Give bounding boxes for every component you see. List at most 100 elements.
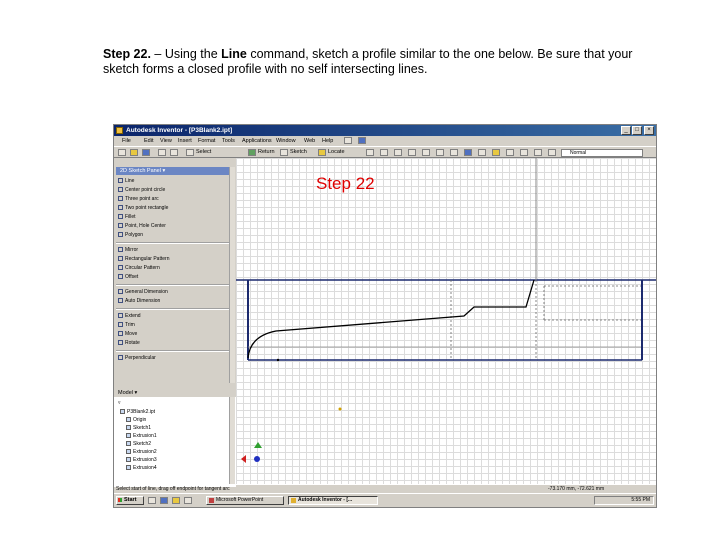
style-combo[interactable]: Normal — [561, 149, 643, 157]
sketch-panel-scrollbar[interactable] — [229, 167, 235, 383]
tool-polygon[interactable]: Polygon — [118, 231, 143, 239]
tool-circular-pattern[interactable]: Circular Pattern — [118, 264, 160, 272]
auto-dimension-icon — [118, 298, 123, 304]
menu-tools[interactable]: Tools — [222, 136, 235, 146]
sketch-icon[interactable] — [280, 149, 288, 156]
tool-general-dimension[interactable]: General Dimension — [118, 288, 168, 296]
tool-line[interactable]: Line — [118, 177, 134, 185]
browser-item-sketch1[interactable]: Sketch1 — [126, 424, 151, 432]
return-icon[interactable] — [248, 149, 256, 156]
display-mode-icon[interactable] — [464, 149, 472, 156]
zoom-all-icon[interactable] — [366, 149, 374, 156]
help-icon[interactable] — [344, 137, 352, 144]
coordinate-triad-y — [254, 442, 262, 448]
quick-launch-icon[interactable] — [160, 497, 168, 504]
taskbar-inventor[interactable]: Autodesk Inventor - [... — [288, 496, 378, 505]
close-button[interactable]: × — [644, 126, 654, 135]
tool-trim[interactable]: Trim — [118, 321, 135, 329]
menu-insert[interactable]: Insert — [178, 136, 192, 146]
tool-extend[interactable]: Extend — [118, 312, 141, 320]
rectangle-icon — [118, 205, 123, 211]
zoom-icon[interactable] — [394, 149, 402, 156]
projection-icon[interactable] — [520, 149, 528, 156]
instruction-dash: – Using the — [154, 47, 218, 61]
rotate-tool-icon — [118, 340, 123, 346]
tool-rotate[interactable]: Rotate — [118, 339, 140, 347]
tool-center-point-circle[interactable]: Center point circle — [118, 186, 165, 194]
quick-launch-icon[interactable] — [148, 497, 156, 504]
rotate-icon[interactable] — [436, 149, 444, 156]
panel-divider — [116, 284, 232, 286]
color-style-icon[interactable] — [492, 149, 500, 156]
menu-help[interactable]: Help — [322, 136, 333, 146]
browser-item-extrusion1[interactable]: Extrusion1 — [126, 432, 157, 440]
tool-point-hole-center[interactable]: Point, Hole Center — [118, 222, 166, 230]
tool-extend-label: Extend — [125, 313, 141, 319]
return-button[interactable]: Return — [258, 148, 275, 157]
tool-two-point-rectangle[interactable]: Two point rectangle — [118, 204, 168, 212]
panel-divider — [116, 308, 232, 310]
inventor-help-icon[interactable] — [358, 137, 366, 144]
look-at-icon[interactable] — [450, 149, 458, 156]
save-icon[interactable] — [142, 149, 150, 156]
quick-launch-icon[interactable] — [172, 497, 180, 504]
shadow-icon[interactable] — [534, 149, 542, 156]
tool-move[interactable]: Move — [118, 330, 137, 338]
update-icon[interactable] — [506, 149, 514, 156]
maximize-button[interactable]: □ — [632, 126, 642, 135]
part-icon — [120, 409, 125, 415]
model-browser-header[interactable]: Model ▾ — [114, 389, 236, 397]
tool-general-dimension-label: General Dimension — [125, 289, 168, 295]
standard-toolbar: Select Return Sketch Locate Normal — [114, 146, 656, 158]
tool-three-point-arc[interactable]: Three point arc — [118, 195, 159, 203]
new-file-icon[interactable] — [118, 149, 126, 156]
taskbar-powerpoint[interactable]: Microsoft PowerPoint — [206, 496, 284, 505]
minimize-button[interactable]: _ — [621, 126, 631, 135]
browser-item-extrusion4[interactable]: Extrusion4 — [126, 464, 157, 472]
browser-filter-icon[interactable]: ▿ — [118, 399, 121, 407]
locate-button[interactable]: Locate — [328, 148, 345, 157]
pan-icon[interactable] — [408, 149, 416, 156]
graphics-window[interactable]: Step 22 — [236, 158, 656, 484]
tool-fillet[interactable]: Fillet — [118, 213, 136, 221]
tool-perpendicular[interactable]: Perpendicular — [118, 354, 156, 362]
menu-format[interactable]: Format — [198, 136, 215, 146]
menu-edit[interactable]: Edit — [144, 136, 153, 146]
select-button[interactable]: Select — [196, 148, 211, 157]
browser-item-extrusion3[interactable]: Extrusion3 — [126, 456, 157, 464]
tool-rotate-label: Rotate — [125, 340, 140, 346]
rectangular-pattern-icon — [118, 256, 123, 262]
menu-window[interactable]: Window — [276, 136, 296, 146]
sketch-panel-header[interactable]: 2D Sketch Panel ▾ — [116, 167, 234, 175]
browser-item-origin[interactable]: Origin — [126, 416, 146, 424]
browser-item-extrusion1-label: Extrusion1 — [133, 433, 157, 439]
model-browser-scrollbar[interactable] — [229, 397, 235, 485]
mirror-icon — [118, 247, 123, 253]
browser-item-extrusion2[interactable]: Extrusion2 — [126, 448, 157, 456]
select-icon[interactable] — [186, 149, 194, 156]
start-button[interactable]: Start — [116, 496, 144, 505]
menu-file[interactable]: File — [122, 136, 131, 146]
menu-applications[interactable]: Applications — [242, 136, 272, 146]
camera-icon[interactable] — [478, 149, 486, 156]
redo-icon[interactable] — [170, 149, 178, 156]
zoom-selected-icon[interactable] — [422, 149, 430, 156]
tool-auto-dimension[interactable]: Auto Dimension — [118, 297, 160, 305]
menu-view[interactable]: View — [160, 136, 172, 146]
section-icon[interactable] — [548, 149, 556, 156]
open-folder-icon[interactable] — [130, 149, 138, 156]
menu-web[interactable]: Web — [304, 136, 315, 146]
tool-rectangular-pattern[interactable]: Rectangular Pattern — [118, 255, 169, 263]
sketch-button[interactable]: Sketch — [290, 148, 307, 157]
panel-divider — [116, 350, 232, 352]
browser-item-part[interactable]: P3Blank2.ipt — [120, 408, 155, 416]
browser-item-part-label: P3Blank2.ipt — [127, 409, 156, 415]
tool-mirror[interactable]: Mirror — [118, 246, 138, 254]
browser-item-sketch2[interactable]: Sketch2 — [126, 440, 151, 448]
panel-divider — [116, 242, 232, 244]
locate-icon[interactable] — [318, 149, 326, 156]
tool-offset[interactable]: Offset — [118, 273, 138, 281]
undo-icon[interactable] — [158, 149, 166, 156]
zoom-window-icon[interactable] — [380, 149, 388, 156]
quick-launch-icon[interactable] — [184, 497, 192, 504]
